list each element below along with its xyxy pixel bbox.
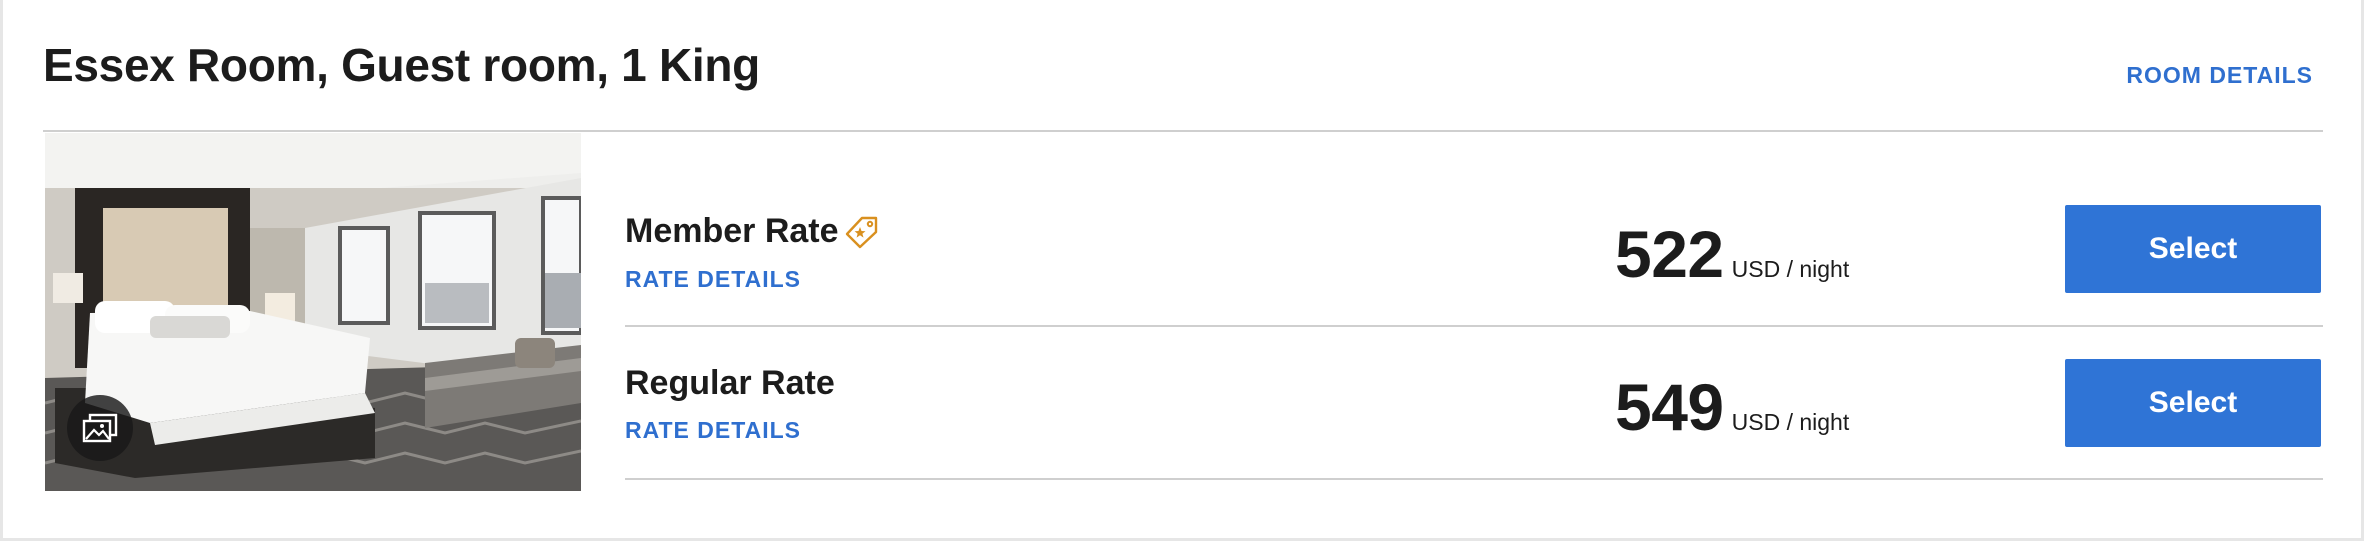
rate-row-member: Member Rate RATE DETAILS 522 USD / night… bbox=[625, 174, 2323, 326]
gallery-button[interactable] bbox=[67, 395, 133, 461]
price-unit: USD / night bbox=[1731, 256, 1850, 282]
rate-name: Member Rate bbox=[625, 212, 879, 251]
select-button[interactable]: Select bbox=[2065, 359, 2321, 447]
price-unit: USD / night bbox=[1731, 409, 1850, 435]
room-card: Essex Room, Guest room, 1 King ROOM DETA… bbox=[0, 0, 2364, 541]
rate-name-label: Regular Rate bbox=[625, 364, 835, 402]
price-amount: 522 bbox=[1615, 217, 1724, 291]
rate-details-link[interactable]: RATE DETAILS bbox=[625, 266, 801, 293]
rate-name: Regular Rate bbox=[625, 364, 835, 403]
price-amount: 549 bbox=[1615, 370, 1724, 444]
rate-divider bbox=[625, 478, 2323, 480]
header-divider bbox=[43, 130, 2323, 132]
rate-details-link[interactable]: RATE DETAILS bbox=[625, 417, 801, 444]
member-tag-icon bbox=[845, 215, 879, 249]
rate-row-regular: Regular Rate RATE DETAILS 549 USD / nigh… bbox=[625, 327, 2323, 479]
room-details-link[interactable]: ROOM DETAILS bbox=[2126, 62, 2313, 89]
select-button[interactable]: Select bbox=[2065, 205, 2321, 293]
price: 549 USD / night bbox=[1615, 369, 1849, 445]
price: 522 USD / night bbox=[1615, 216, 1849, 292]
rate-name-label: Member Rate bbox=[625, 212, 839, 250]
gallery-icon bbox=[82, 413, 118, 443]
room-title: Essex Room, Guest room, 1 King bbox=[43, 39, 760, 91]
room-photo[interactable] bbox=[45, 133, 581, 491]
